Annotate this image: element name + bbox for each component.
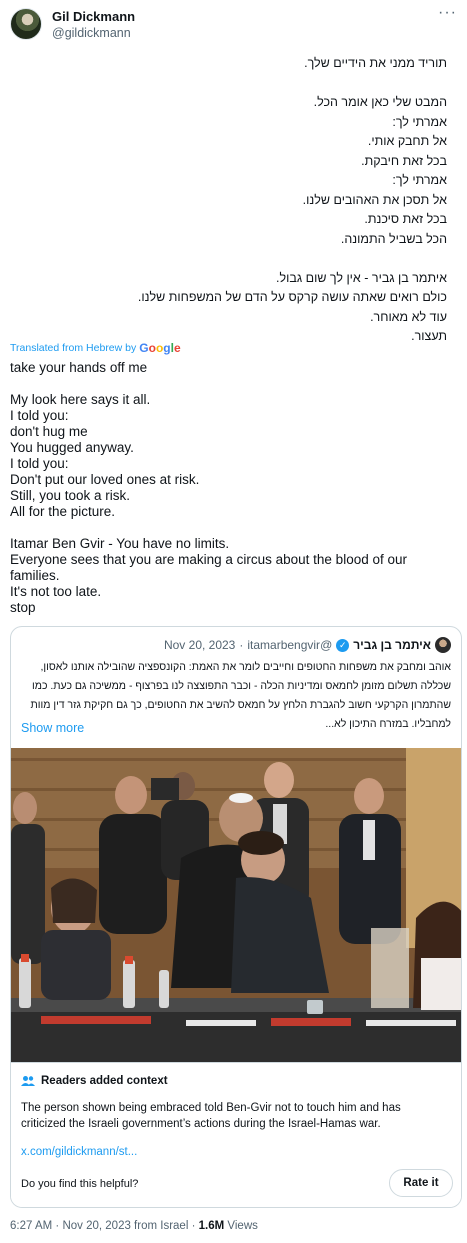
tweet-header: Gil Dickmann @gildickmann ··· — [10, 4, 457, 48]
tweet-line-english: take your hands off me — [10, 360, 148, 375]
tweet-line-english: You hugged anyway. — [10, 440, 134, 455]
tweet-line-hebrew: הכל בשביל התמונה. — [340, 231, 447, 246]
tweet-line-english — [10, 520, 450, 536]
tweet-line-hebrew: אל תחבק אותי. — [367, 134, 447, 148]
translation-attribution: Translated from Hebrew by Google — [10, 341, 181, 355]
community-note-title: Readers added context — [41, 1075, 168, 1087]
tweet-line-hebrew: אמרתי לך: — [392, 114, 447, 129]
quoted-avatar[interactable] — [435, 637, 451, 653]
tweet-line-english: Everyone sees that you are making a circ… — [10, 552, 407, 583]
tweet-line-english: don't hug me — [10, 424, 88, 439]
helpful-question: Do you find this helpful? — [21, 1178, 139, 1190]
views-label: Views — [227, 1220, 258, 1232]
tweet-photo[interactable] — [11, 748, 461, 1062]
author-handle[interactable]: @gildickmann — [52, 26, 131, 40]
quoted-header: איתמר בן גביר ✓ @itamarbengvir · Nov 20,… — [164, 637, 451, 653]
tweet-text-english: take your hands off me My look here says … — [10, 360, 450, 616]
tweet-line-english: All for the picture. — [10, 504, 116, 519]
quoted-tweet[interactable]: איתמר בן גביר ✓ @itamarbengvir · Nov 20,… — [10, 626, 462, 1208]
tweet-line-hebrew — [27, 249, 447, 269]
tweet-time[interactable]: 6:27 AM — [10, 1220, 52, 1232]
tweet-line-hebrew: עוד לא מאוחר. — [370, 309, 447, 324]
tweet-line-hebrew — [27, 74, 447, 94]
tweet-line-hebrew: אל תסכן את האהובים שלנו. — [302, 192, 447, 207]
tweet-line-english: My look here says it all. — [10, 392, 151, 407]
photo-illustration — [11, 748, 461, 1062]
people-icon — [21, 1076, 35, 1086]
views-count: 1.6M — [198, 1220, 225, 1232]
quoted-author-handle: @itamarbengvir — [247, 638, 333, 652]
footer-separator: · — [55, 1220, 60, 1232]
community-note: Readers added context The person shown b… — [11, 1062, 461, 1207]
community-note-text: The person shown being embraced told Ben… — [21, 1102, 401, 1130]
tweet-line-hebrew: המבט שלי כאן אומר הכל. — [313, 95, 447, 109]
tweet-line-english: I told you: — [10, 456, 69, 471]
rate-it-button[interactable]: Rate it — [389, 1169, 453, 1197]
meta-separator: · — [239, 638, 244, 652]
tweet-line-hebrew: איתמר בן גביר - אין לך שום גבול. — [276, 270, 447, 285]
tweet-date[interactable]: Nov 20, 2023 from Israel — [62, 1220, 188, 1232]
tweet-line-hebrew: אמרתי לך: — [392, 173, 447, 187]
footer-separator: · — [191, 1220, 196, 1232]
google-logo: Google — [139, 341, 181, 355]
tweet-line-english: Itamar Ben Gvir - You have no limits. — [10, 536, 230, 551]
more-horizontal-icon[interactable]: ··· — [438, 4, 457, 22]
tweet-line-hebrew: תוריד ממני את הידיים שלך. — [304, 56, 447, 70]
community-note-link[interactable]: x.com/gildickmann/st... — [21, 1146, 137, 1158]
author-name[interactable]: Gil Dickmann — [52, 9, 135, 24]
tweet-footer: 6:27 AM · Nov 20, 2023 from Israel · 1.6… — [10, 1220, 258, 1232]
tweet-line-english: stop — [10, 600, 36, 615]
translated-label: Translated from Hebrew by — [10, 342, 137, 354]
tweet-line-hebrew: בכל זאת סיכנת. — [364, 212, 447, 226]
tweet-line-hebrew: כולם רואים שאתה עושה קרקס על הדם של המשפ… — [137, 290, 447, 304]
quoted-author-name[interactable]: איתמר בן גביר — [353, 638, 431, 652]
tweet-line-english — [10, 376, 450, 392]
community-note-header: Readers added context — [21, 1075, 168, 1087]
tweet-line-english: Still, you took a risk. — [10, 488, 131, 503]
verified-badge-icon: ✓ — [336, 638, 350, 652]
quoted-date: Nov 20, 2023 — [163, 638, 236, 652]
tweet-line-english: It's not too late. — [10, 584, 102, 599]
tweet-line-english: Don't put our loved ones at risk. — [10, 472, 200, 487]
show-more-link[interactable]: Show more — [21, 721, 84, 735]
tweet-line-english: I told you: — [10, 408, 69, 423]
tweet-text-hebrew: תוריד ממני את הידיים שלך. המבט שלי כאן או… — [27, 54, 447, 347]
tweet-line-hebrew: בכל זאת חיבקת. — [361, 153, 447, 168]
avatar[interactable] — [10, 8, 42, 40]
